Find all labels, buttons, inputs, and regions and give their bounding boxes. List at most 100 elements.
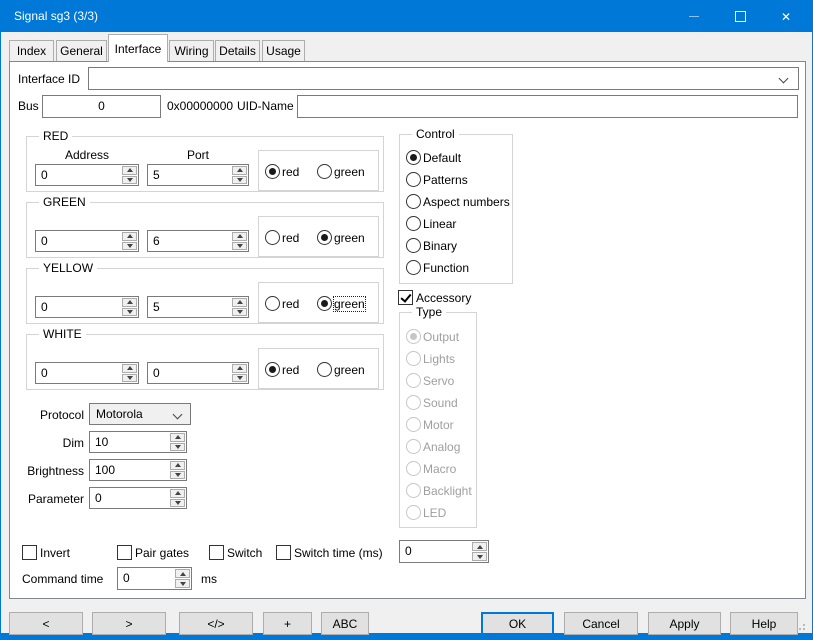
switch-label[interactable]: Switch — [227, 546, 262, 560]
tab-wiring[interactable]: Wiring — [169, 40, 214, 61]
titlebar[interactable]: Signal sg3 (3/3) ✕ — [1, 1, 812, 32]
switch-time-spinner[interactable]: 0 — [399, 540, 489, 563]
invert-checkbox[interactable] — [22, 545, 37, 560]
red-port-spinner[interactable]: 5 — [147, 164, 249, 186]
spin-up-button[interactable] — [122, 364, 137, 373]
spin-up-button[interactable] — [175, 569, 190, 578]
green-address-spinner[interactable]: 0 — [35, 230, 139, 252]
tab-index[interactable]: Index — [9, 40, 54, 61]
spin-up-button[interactable] — [170, 489, 185, 498]
red-red-radio-label[interactable]: red — [282, 165, 299, 179]
spin-up-button[interactable] — [122, 298, 137, 307]
green-green-radio-label[interactable]: green — [334, 231, 365, 245]
red-green-radio[interactable] — [317, 164, 332, 179]
tab-details[interactable]: Details — [215, 40, 260, 61]
spin-down-button[interactable] — [232, 308, 247, 317]
nav-abc-button[interactable]: ABC — [321, 612, 369, 635]
command-time-spinner[interactable]: 0 — [117, 567, 192, 590]
control-radio-function[interactable] — [406, 260, 421, 275]
spin-up-button[interactable] — [232, 298, 247, 307]
white-red-radio-label[interactable]: red — [282, 363, 299, 377]
cancel-button[interactable]: Cancel — [564, 612, 638, 635]
spin-up-button[interactable] — [122, 166, 137, 175]
spin-down-button[interactable] — [472, 552, 487, 561]
spin-down-button[interactable] — [170, 499, 185, 508]
pair-gates-label[interactable]: Pair gates — [135, 546, 189, 560]
nav-next-button[interactable]: > — [92, 612, 166, 635]
nav-code-button[interactable]: </> — [179, 612, 253, 635]
green-green-radio[interactable] — [317, 230, 332, 245]
spin-up-button[interactable] — [232, 166, 247, 175]
switch-checkbox[interactable] — [209, 545, 224, 560]
accessory-label[interactable]: Accessory — [416, 291, 471, 305]
control-radio-linear-label[interactable]: Linear — [423, 217, 456, 231]
dim-spinner[interactable]: 10 — [89, 431, 187, 453]
nav-prev-button[interactable]: < — [9, 612, 83, 635]
spin-down-button[interactable] — [232, 242, 247, 251]
control-radio-patterns[interactable] — [406, 172, 421, 187]
spin-down-button[interactable] — [175, 579, 190, 588]
green-red-radio-label[interactable]: red — [282, 231, 299, 245]
uid-name-field[interactable] — [297, 95, 798, 118]
apply-button[interactable]: Apply — [648, 612, 721, 635]
spin-down-button[interactable] — [122, 242, 137, 251]
control-radio-aspect-numbers-label[interactable]: Aspect numbers — [423, 195, 510, 209]
tab-interface[interactable]: Interface — [108, 34, 168, 62]
protocol-select[interactable]: Motorola — [89, 403, 191, 425]
spin-up-button[interactable] — [122, 232, 137, 241]
yellow-address-spinner[interactable]: 0 — [35, 296, 139, 318]
control-radio-binary-label[interactable]: Binary — [423, 239, 457, 253]
red-green-radio-label[interactable]: green — [334, 165, 365, 179]
spin-up-button[interactable] — [232, 364, 247, 373]
red-address-spinner[interactable]: 0 — [35, 164, 139, 186]
yellow-red-radio-label[interactable]: red — [282, 297, 299, 311]
spin-down-button[interactable] — [122, 176, 137, 185]
control-radio-linear[interactable] — [406, 216, 421, 231]
white-red-radio[interactable] — [265, 362, 280, 377]
invert-label[interactable]: Invert — [40, 546, 70, 560]
yellow-red-radio[interactable] — [265, 296, 280, 311]
green-red-radio[interactable] — [265, 230, 280, 245]
nav-add-button[interactable]: + — [263, 612, 312, 635]
spin-down-button[interactable] — [122, 374, 137, 383]
interface-id-combobox[interactable] — [88, 67, 799, 90]
white-address-spinner[interactable]: 0 — [35, 362, 139, 384]
brightness-spinner[interactable]: 100 — [89, 459, 187, 481]
yellow-green-radio[interactable] — [317, 296, 332, 311]
spin-down-button[interactable] — [170, 443, 185, 452]
spin-up-button[interactable] — [232, 232, 247, 241]
spin-up-button[interactable] — [170, 433, 185, 442]
help-button[interactable]: Help — [730, 612, 798, 635]
accessory-checkbox[interactable] — [398, 290, 413, 305]
tab-usage[interactable]: Usage — [262, 40, 305, 61]
resize-grip[interactable] — [803, 628, 805, 630]
control-radio-default-label[interactable]: Default — [423, 151, 461, 165]
yellow-port-spinner[interactable]: 5 — [147, 296, 249, 318]
bus-field[interactable]: 0 — [42, 95, 161, 118]
maximize-button[interactable] — [717, 1, 763, 32]
white-port-spinner[interactable]: 0 — [147, 362, 249, 384]
spin-down-button[interactable] — [232, 374, 247, 383]
ok-button[interactable]: OK — [481, 612, 554, 635]
spin-down-button[interactable] — [122, 308, 137, 317]
minimize-button[interactable] — [671, 1, 717, 32]
spin-down-button[interactable] — [170, 471, 185, 480]
white-green-radio-label[interactable]: green — [334, 363, 365, 377]
spin-up-button[interactable] — [472, 542, 487, 551]
pair-gates-checkbox[interactable] — [117, 545, 132, 560]
spin-up-button[interactable] — [170, 461, 185, 470]
switch-time-checkbox[interactable] — [276, 545, 291, 560]
white-green-radio[interactable] — [317, 362, 332, 377]
close-button[interactable]: ✕ — [763, 1, 809, 32]
parameter-spinner[interactable]: 0 — [89, 487, 187, 509]
yellow-green-radio-label[interactable]: green — [334, 297, 365, 311]
control-radio-function-label[interactable]: Function — [423, 261, 469, 275]
control-radio-default[interactable] — [406, 150, 421, 165]
control-radio-aspect-numbers[interactable] — [406, 194, 421, 209]
switch-time-label[interactable]: Switch time (ms) — [294, 546, 383, 560]
red-red-radio[interactable] — [265, 164, 280, 179]
green-port-spinner[interactable]: 6 — [147, 230, 249, 252]
spin-down-button[interactable] — [232, 176, 247, 185]
tab-general[interactable]: General — [56, 40, 107, 61]
control-radio-patterns-label[interactable]: Patterns — [423, 173, 468, 187]
